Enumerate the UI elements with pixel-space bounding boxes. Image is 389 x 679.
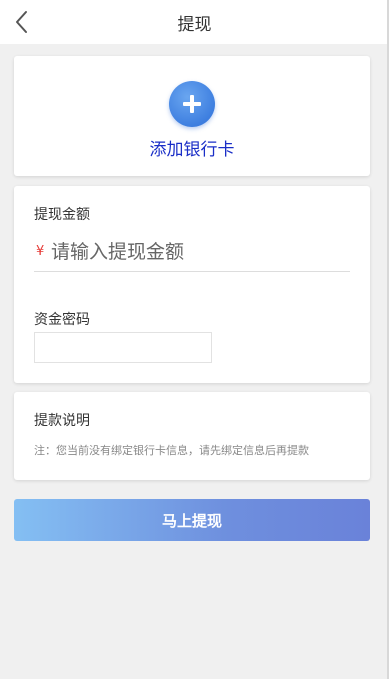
fund-password-input[interactable] bbox=[34, 332, 212, 363]
withdraw-instructions-card: 提款说明 注：您当前没有绑定银行卡信息，请先绑定信息后再提款 bbox=[14, 392, 370, 480]
amount-label: 提现金额 bbox=[34, 207, 90, 223]
fund-password-label: 资金密码 bbox=[34, 312, 90, 328]
amount-field-row: ¥ bbox=[34, 232, 350, 272]
back-button[interactable] bbox=[12, 9, 34, 35]
instructions-title: 提款说明 bbox=[34, 413, 90, 429]
chevron-left-icon bbox=[16, 11, 27, 33]
withdraw-now-button[interactable]: 马上提现 bbox=[14, 499, 370, 541]
instructions-note: 注：您当前没有绑定银行卡信息，请先绑定信息后再提款 bbox=[34, 444, 309, 457]
plus-icon bbox=[183, 95, 201, 113]
add-bank-card-label[interactable]: 添加银行卡 bbox=[150, 135, 235, 160]
withdraw-form-card: 提现金额 ¥ 资金密码 bbox=[14, 186, 370, 383]
add-bank-card-button[interactable] bbox=[169, 81, 215, 127]
currency-symbol: ¥ bbox=[36, 244, 45, 259]
add-bank-card-panel: 添加银行卡 bbox=[14, 56, 370, 176]
amount-input[interactable] bbox=[51, 240, 341, 263]
page-title: 提现 bbox=[177, 14, 212, 35]
top-nav-bar: 提现 bbox=[0, 0, 389, 44]
